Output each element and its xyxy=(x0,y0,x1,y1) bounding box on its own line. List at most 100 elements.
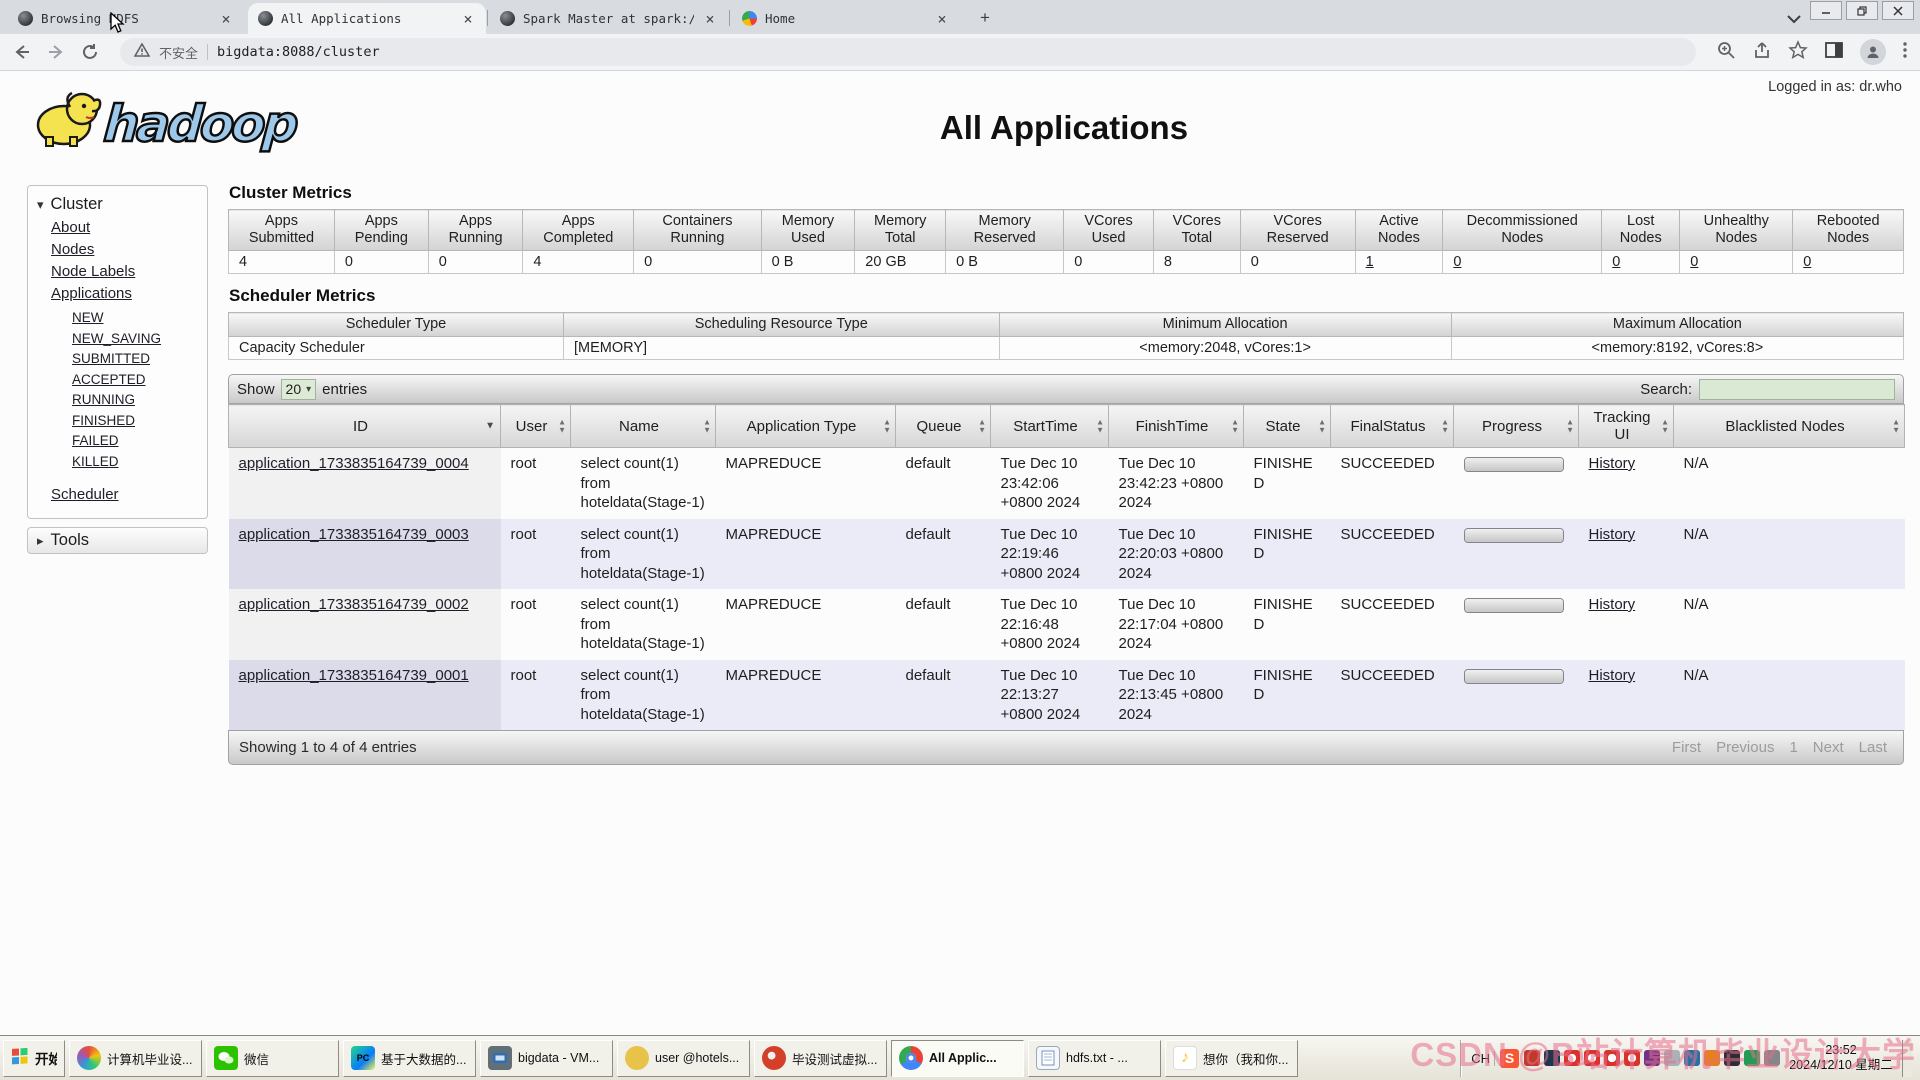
decommissioned-nodes-link[interactable]: 0 xyxy=(1453,254,1461,270)
new-tab-button[interactable]: + xyxy=(974,7,996,29)
tray-icon[interactable] xyxy=(1544,1050,1560,1066)
taskbar-app-vmware[interactable]: bigdata - VM... xyxy=(480,1040,613,1077)
tab-spark-master[interactable]: Spark Master at spark://bigda × xyxy=(490,3,728,34)
history-link[interactable]: History xyxy=(1589,455,1636,472)
taskbar-app-chrome-active[interactable]: All Applic... xyxy=(891,1040,1024,1077)
forward-icon[interactable] xyxy=(46,42,66,62)
taskbar-app-wechat[interactable]: 微信 xyxy=(206,1040,339,1077)
active-nodes-link[interactable]: 1 xyxy=(1366,254,1374,270)
unhealthy-nodes-link[interactable]: 0 xyxy=(1690,254,1698,270)
column-header-state[interactable]: State▲▼ xyxy=(1244,405,1331,448)
application-id-link[interactable]: application_1733835164739_0002 xyxy=(239,596,469,613)
tray-icon[interactable] xyxy=(1644,1050,1660,1066)
history-link[interactable]: History xyxy=(1589,526,1636,543)
column-header-queue[interactable]: Queue▲▼ xyxy=(896,405,991,448)
sidebar-item-failed[interactable]: FAILED xyxy=(72,431,207,452)
sogou-input-icon[interactable]: S xyxy=(1500,1049,1519,1068)
restore-button[interactable] xyxy=(1846,1,1878,20)
tab-search-chevron-icon[interactable] xyxy=(1786,12,1802,24)
reload-icon[interactable] xyxy=(80,42,100,62)
sidebar-section-cluster[interactable]: ▾ Cluster xyxy=(28,190,207,217)
column-header-blacklisted-nodes[interactable]: Blacklisted Nodes▲▼ xyxy=(1674,405,1905,448)
tab-all-applications[interactable]: All Applications × xyxy=(248,3,486,34)
page-size-select[interactable]: 20 ▾ xyxy=(281,379,317,400)
column-header-name[interactable]: Name▲▼ xyxy=(571,405,716,448)
application-id-link[interactable]: application_1733835164739_0001 xyxy=(239,667,469,684)
taskbar-app-redspiral[interactable]: 毕设测试虚拟... xyxy=(754,1040,887,1077)
tray-icon[interactable] xyxy=(1724,1050,1740,1066)
close-tab-icon[interactable]: × xyxy=(218,10,234,28)
pagination: First Previous 1 Next Last xyxy=(1672,739,1893,756)
tray-icon[interactable] xyxy=(1744,1050,1760,1066)
tray-icon[interactable] xyxy=(1664,1050,1680,1066)
bookmark-star-icon[interactable] xyxy=(1788,40,1808,65)
back-icon[interactable] xyxy=(12,42,32,62)
tray-icon[interactable] xyxy=(1584,1050,1600,1066)
sidebar-item-new-saving[interactable]: NEW_SAVING xyxy=(72,329,207,350)
history-link[interactable]: History xyxy=(1589,596,1636,613)
sidebar-section-tools[interactable]: ▸ Tools xyxy=(27,527,208,554)
pagination-page-1[interactable]: 1 xyxy=(1789,739,1797,756)
application-id-link[interactable]: application_1733835164739_0003 xyxy=(239,526,469,543)
sidebar-item-accepted[interactable]: ACCEPTED xyxy=(72,370,207,391)
pagination-previous[interactable]: Previous xyxy=(1716,739,1774,756)
column-header-tracking-ui[interactable]: Tracking UI▲▼ xyxy=(1579,405,1674,448)
tray-icon[interactable] xyxy=(1524,1050,1540,1066)
sidebar-item-scheduler[interactable]: Scheduler xyxy=(51,484,207,506)
taskbar-app-pinwheel[interactable]: 计算机毕业设... xyxy=(69,1040,202,1077)
tab-home[interactable]: Home × xyxy=(732,3,960,34)
taskbar-app-navicat[interactable]: user @hotels... xyxy=(617,1040,750,1077)
rebooted-nodes-link[interactable]: 0 xyxy=(1803,254,1811,270)
tray-icon[interactable] xyxy=(1624,1050,1640,1066)
side-panel-icon[interactable] xyxy=(1824,40,1844,65)
tray-icon[interactable] xyxy=(1764,1050,1780,1066)
taskbar-clock[interactable]: 23:52 2024/12/10 星期二 xyxy=(1785,1043,1897,1073)
taskbar-app-notepad[interactable]: hdfs.txt - ... xyxy=(1028,1040,1161,1077)
sidebar-item-running[interactable]: RUNNING xyxy=(72,390,207,411)
system-tray: CH S 23:52 2024/12/10 星期二 xyxy=(1460,1040,1917,1077)
tray-icon[interactable] xyxy=(1604,1050,1620,1066)
pagination-next[interactable]: Next xyxy=(1813,739,1844,756)
column-header-progress[interactable]: Progress▲▼ xyxy=(1454,405,1579,448)
zoom-icon[interactable] xyxy=(1716,40,1736,65)
sidebar-item-submitted[interactable]: SUBMITTED xyxy=(72,349,207,370)
taskbar-app-pycharm[interactable]: PC 基于大数据的... xyxy=(343,1040,476,1077)
search-input[interactable] xyxy=(1699,379,1895,400)
share-icon[interactable] xyxy=(1752,40,1772,65)
column-header-finalstatus[interactable]: FinalStatus▲▼ xyxy=(1331,405,1454,448)
close-window-button[interactable] xyxy=(1882,1,1914,20)
close-tab-icon[interactable]: × xyxy=(702,10,718,28)
history-link[interactable]: History xyxy=(1589,667,1636,684)
sidebar-item-node-labels[interactable]: Node Labels xyxy=(51,261,207,283)
close-tab-icon[interactable]: × xyxy=(460,10,476,28)
column-header-application-type[interactable]: Application Type▲▼ xyxy=(716,405,896,448)
menu-kebab-icon[interactable] xyxy=(1902,40,1908,65)
sidebar-item-new[interactable]: NEW xyxy=(72,308,207,329)
sidebar-item-killed[interactable]: KILLED xyxy=(72,452,207,473)
address-bar[interactable]: 不安全 bigdata:8088/cluster xyxy=(120,38,1696,66)
mouse-cursor xyxy=(110,12,128,39)
language-indicator[interactable]: CH xyxy=(1467,1051,1495,1066)
profile-avatar[interactable] xyxy=(1860,39,1886,65)
minimize-button[interactable] xyxy=(1810,1,1842,20)
pagination-first[interactable]: First xyxy=(1672,739,1701,756)
application-id-link[interactable]: application_1733835164739_0004 xyxy=(239,455,469,472)
start-button[interactable]: 开始 xyxy=(3,1040,65,1077)
sidebar-item-finished[interactable]: FINISHED xyxy=(72,411,207,432)
tray-icon[interactable] xyxy=(1704,1050,1720,1066)
column-header-id[interactable]: ID▼ xyxy=(229,405,501,448)
taskbar-app-qqmusic[interactable]: ♪ 想你（我和你... xyxy=(1165,1040,1298,1077)
sidebar-item-about[interactable]: About xyxy=(51,217,207,239)
lost-nodes-link[interactable]: 0 xyxy=(1612,254,1620,270)
tray-icon[interactable] xyxy=(1564,1050,1580,1066)
column-header-finishtime[interactable]: FinishTime▲▼ xyxy=(1109,405,1244,448)
show-label: Show xyxy=(237,381,275,398)
pagination-last[interactable]: Last xyxy=(1859,739,1887,756)
sidebar-item-nodes[interactable]: Nodes xyxy=(51,239,207,261)
column-header-starttime[interactable]: StartTime▲▼ xyxy=(991,405,1109,448)
show-desktop-button[interactable] xyxy=(1902,1040,1912,1077)
close-tab-icon[interactable]: × xyxy=(934,10,950,28)
tray-icon[interactable] xyxy=(1684,1050,1700,1066)
column-header-user[interactable]: User▲▼ xyxy=(501,405,571,448)
sidebar-item-applications[interactable]: Applications xyxy=(51,283,207,305)
